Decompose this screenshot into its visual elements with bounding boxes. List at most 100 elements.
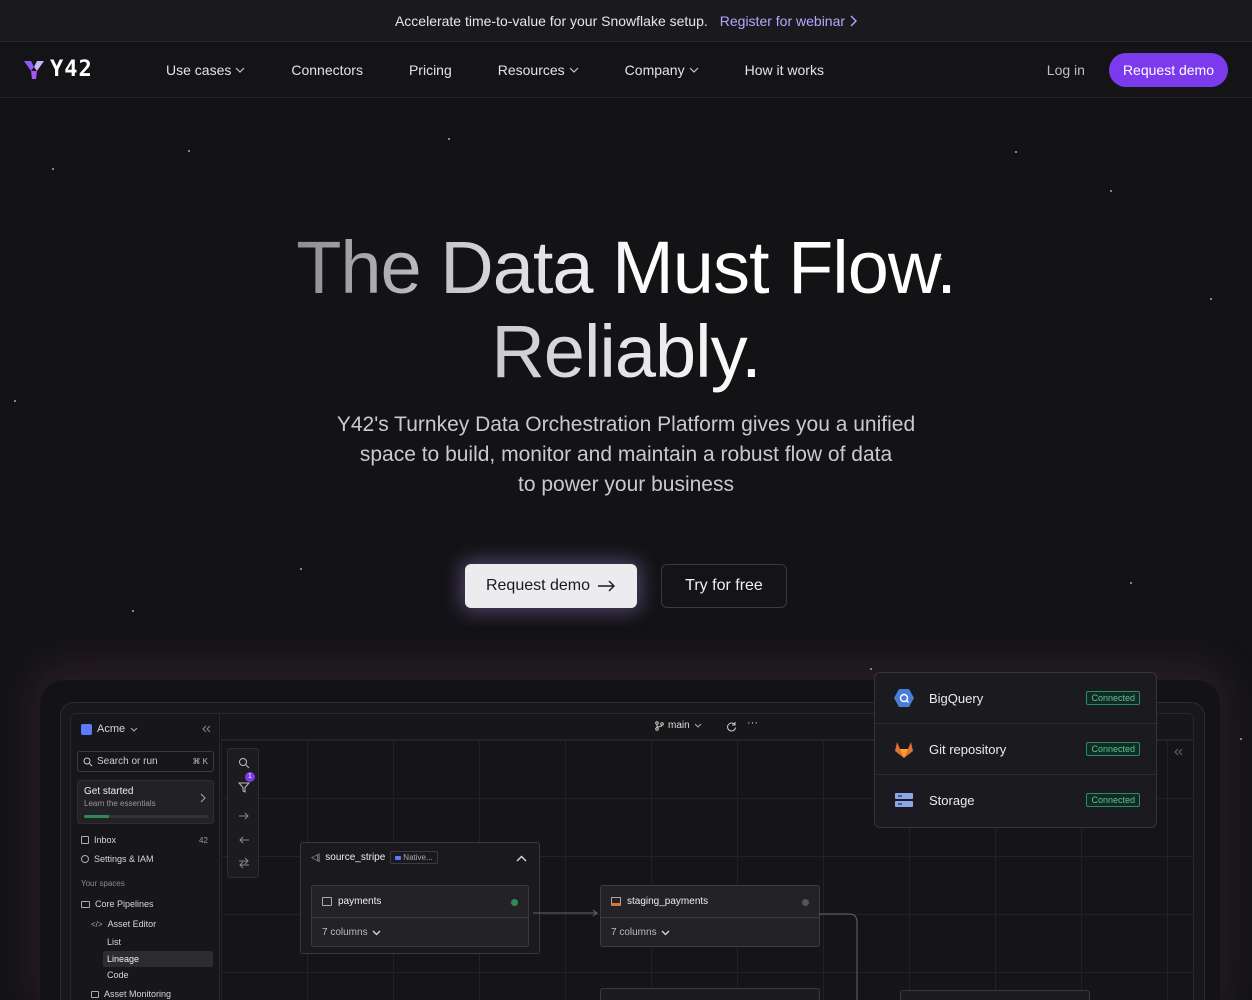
workspace-switcher[interactable]: Acme [81,723,138,735]
logo[interactable]: Y42 [24,57,166,82]
hero-headline: The Data Must Flow. Reliably. [0,226,1252,394]
connection-name: Storage [929,792,975,808]
connection-name: Git repository [929,741,1007,757]
connection-git[interactable]: Git repository Connected [875,724,1158,774]
payments-columns[interactable]: 7 columns [312,917,528,947]
swap-icon[interactable] [238,857,250,869]
search-shortcut: ⌘ K [192,757,208,766]
chevron-up-icon[interactable] [516,855,527,862]
lineage-edge [533,909,598,917]
sidebar-item-settings[interactable]: Settings & IAM [81,854,154,864]
login-link[interactable]: Log in [1047,62,1085,78]
search-placeholder: Search or run [97,756,158,767]
code-icon: </> [91,919,103,929]
sidebar-item-inbox[interactable]: Inbox 42 [81,835,208,845]
sidebar-item-list[interactable]: List [107,937,121,947]
nav-item-pricing[interactable]: Pricing [409,62,452,78]
chevron-down-icon [661,930,670,935]
chevron-right-icon [850,15,858,26]
nav-item-label: Connectors [291,61,363,78]
collapse-sidebar-icon[interactable] [201,725,211,733]
nav-item-how-it-works[interactable]: How it works [745,62,824,78]
staging-columns[interactable]: 7 columns [601,917,819,947]
filter-badge: 1 [245,772,255,782]
connection-name: BigQuery [929,690,984,706]
git-branch-icon [655,720,664,731]
try-for-free-button[interactable]: Try for free [661,564,787,608]
storage-icon [895,793,913,807]
native-tag-label: Native... [403,853,433,862]
hero-subheading: Y42's Turnkey Data Orchestration Platfor… [0,410,1252,500]
payments-row: payments [322,896,381,907]
hero-section: The Data Must Flow. Reliably. Y42's Turn… [0,98,1252,740]
webinar-link-label: Register for webinar [719,12,846,29]
source-node-name: source_stripe [325,852,386,863]
progress-bar [84,815,208,818]
progress-fill [84,815,109,818]
sidebar-item-code[interactable]: Code [107,970,129,980]
source-stripe-node[interactable]: ◁| source_stripe Native... payments 7 co… [300,842,540,954]
collapse-panel-icon[interactable] [1173,748,1183,756]
main-nav: Y42 Use cases Connectors Pricing Resourc… [0,42,1252,98]
sidebar-item-lineage[interactable]: Lineage [103,951,213,967]
monitor-icon [91,990,99,998]
hero-request-demo-button[interactable]: Request demo [465,564,637,608]
star [870,668,872,670]
search-icon[interactable] [238,757,250,769]
star [1110,190,1112,192]
arrow-right-icon[interactable] [238,811,250,821]
status-badge: Connected [1086,793,1140,807]
payments-name: payments [338,896,382,907]
connections-panel: BigQuery Connected Git repository Connec… [874,672,1158,828]
inbox-count: 42 [199,835,208,845]
chevron-down-icon [694,723,702,728]
nav-item-resources[interactable]: Resources [498,62,579,78]
subheading-line-3: to power your business [518,473,734,496]
nav-item-company[interactable]: Company [625,62,699,78]
request-demo-button[interactable]: Request demo [1108,52,1228,87]
sidebar-item-core-pipelines[interactable]: Core Pipelines [81,899,154,909]
app-sidebar: Acme Search or run ⌘ K Get started Learn… [71,714,220,1000]
asset-monitoring-label: Asset Monitoring [104,989,172,999]
arrow-left-icon[interactable] [238,835,250,845]
staging-payments-node[interactable]: staging_payments 7 columns [600,885,820,947]
nav-item-label: Resources [497,61,565,78]
sidebar-item-asset-monitoring[interactable]: Asset Monitoring [91,989,171,999]
connection-storage[interactable]: Storage Connected [875,775,1158,825]
native-tag: Native... [390,851,438,864]
webinar-link[interactable]: Register for webinar [719,12,858,29]
status-dot-gray [802,899,809,906]
more-icon[interactable]: ··· [747,717,758,729]
cta-row: Request demo Try for free [0,564,1252,608]
nav-item-label: Company [624,61,685,78]
workspace-name: Acme [97,723,126,735]
payments-table-node[interactable]: payments 7 columns [311,885,529,947]
subheading-line-2: space to build, monitor and maintain a r… [359,443,893,466]
chevron-down-icon [130,727,138,732]
columns-count: 7 columns [611,927,657,938]
announcement-bar: Accelerate time-to-value for your Snowfl… [0,0,1252,42]
inbox-label: Inbox [94,835,117,845]
search-input[interactable]: Search or run ⌘ K [77,751,214,772]
nav-item-use-cases[interactable]: Use cases [166,62,245,78]
filter-icon[interactable] [238,781,250,793]
branch-selector[interactable]: main [655,720,702,731]
get-started-card[interactable]: Get started Learn the essentials [77,780,214,824]
lineage-label: Lineage [107,954,140,964]
refresh-icon[interactable] [726,721,737,732]
bigquery-icon [894,689,914,707]
hero-request-demo-label: Request demo [485,577,591,594]
gitlab-icon [895,742,913,758]
sidebar-item-asset-editor[interactable]: </> Asset Editor [91,919,156,929]
partial-node[interactable] [900,990,1090,1000]
source-icon: ◁| [311,852,321,862]
columns-count: 7 columns [322,927,368,938]
partial-node[interactable] [600,988,820,1000]
star [188,150,190,152]
connection-bigquery[interactable]: BigQuery Connected [875,673,1158,723]
core-pipelines-label: Core Pipelines [95,899,154,909]
nav-items: Use cases Connectors Pricing Resources C… [166,62,1047,78]
nav-item-connectors[interactable]: Connectors [291,62,363,78]
chevron-down-icon [569,67,579,73]
announcement-text: Accelerate time-to-value for your Snowfl… [394,12,708,29]
